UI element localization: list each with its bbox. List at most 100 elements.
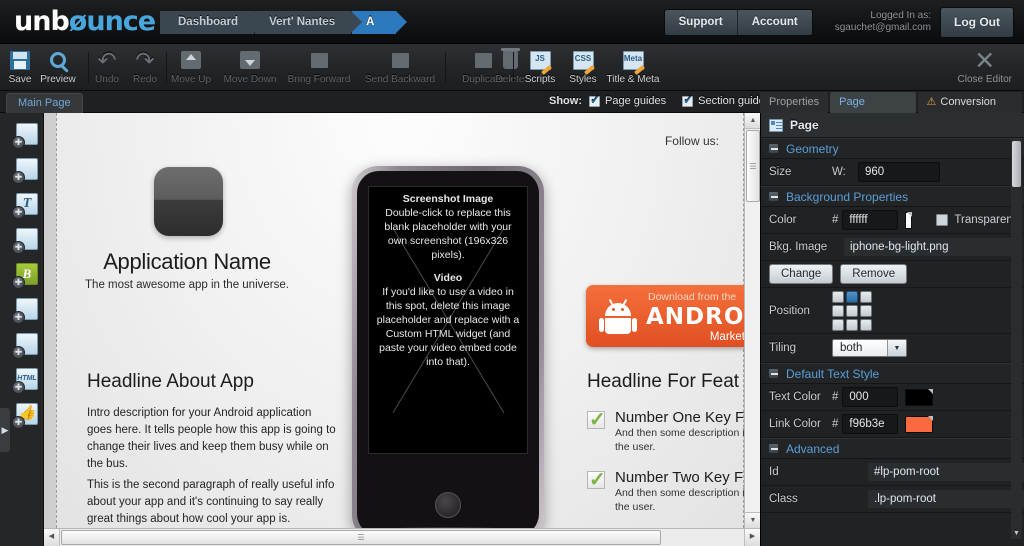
drag-handle-icon[interactable]: ✚ <box>12 311 25 324</box>
logout-button[interactable]: Log Out <box>940 7 1014 38</box>
link-color-swatch[interactable] <box>905 416 933 433</box>
id-input[interactable] <box>867 462 1024 482</box>
section-geometry[interactable]: Geometry <box>761 138 1024 159</box>
collapse-icon[interactable] <box>768 191 779 202</box>
paragraph-1[interactable]: Intro description for your Android appli… <box>87 405 337 473</box>
sidebar-item-html[interactable]: HTML ✚ <box>12 368 38 394</box>
canvas-horizontal-scrollbar[interactable]: ◀ ☰ ▶ <box>44 528 760 546</box>
drag-handle-icon[interactable]: ✚ <box>12 276 25 289</box>
scroll-down-arrow-icon[interactable]: ▼ <box>1011 528 1022 539</box>
app-icon-placeholder[interactable] <box>154 167 223 236</box>
collapse-icon[interactable] <box>768 443 779 454</box>
panel-scroll-thumb[interactable] <box>1012 141 1021 187</box>
section-background-properties[interactable]: Background Properties <box>761 186 1024 207</box>
position-cell-2[interactable] <box>860 291 872 303</box>
sidebar-item-button[interactable]: B ✚ <box>12 263 38 289</box>
sidebar-collapse-handle[interactable]: ▶ <box>0 408 10 452</box>
headline-for-features[interactable]: Headline For Feat <box>587 371 739 393</box>
drag-handle-icon[interactable]: ✚ <box>12 171 25 184</box>
bring-forward-button[interactable]: Bring Forward <box>280 47 358 85</box>
bg-color-swatch[interactable] <box>905 212 912 229</box>
bkg-image-label: Bkg. Image <box>769 241 843 253</box>
canvas-vertical-scrollbar[interactable]: ▲ ☰ ▼ <box>744 113 760 528</box>
sidebar-item-text[interactable]: T ✚ <box>12 193 38 219</box>
horizontal-scroll-thumb[interactable]: ☰ <box>61 530 661 545</box>
remove-image-button[interactable]: Remove <box>840 264 907 284</box>
position-cell-7[interactable] <box>846 319 858 331</box>
vertical-scroll-thumb[interactable]: ☰ <box>746 130 760 202</box>
preview-button[interactable]: Preview <box>33 47 83 85</box>
tab-main-page[interactable]: Main Page <box>6 93 83 113</box>
close-editor-button[interactable]: ✕ Close Editor <box>958 48 1012 85</box>
text-color-swatch[interactable] <box>905 389 933 406</box>
position-cell-1[interactable] <box>846 291 858 303</box>
screenshot-placeholder[interactable]: Screenshot Image Double-click to replace… <box>368 186 528 454</box>
class-input[interactable] <box>867 489 1024 509</box>
drag-handle-icon[interactable]: ✚ <box>12 346 25 359</box>
tab-conversion-goals[interactable]: ⚠Conversion Goals <box>918 92 1023 113</box>
position-cell-4[interactable] <box>846 305 858 317</box>
sidebar-item-form[interactable]: ✚ <box>12 298 38 324</box>
landing-page-root[interactable]: Follow us: Application Name The most awe… <box>56 113 744 528</box>
section-default-text-style[interactable]: Default Text Style <box>761 363 1024 384</box>
feature-item[interactable]: Number Two Key F And then some descripti… <box>587 469 760 514</box>
page-canvas[interactable]: Follow us: Application Name The most awe… <box>44 113 760 528</box>
bg-color-input[interactable] <box>842 210 898 230</box>
drag-handle-icon[interactable]: ✚ <box>12 381 25 394</box>
sidebar-item-video[interactable]: ✚ <box>12 333 38 359</box>
position-cell-0[interactable] <box>832 291 844 303</box>
support-button[interactable]: Support <box>665 10 738 35</box>
title-meta-button[interactable]: Meta Title & Meta <box>598 47 668 85</box>
move-down-button[interactable]: Move Down <box>219 47 281 85</box>
redo-button[interactable]: ↷ Redo <box>126 47 164 85</box>
app-tagline[interactable]: The most awesome app in the universe. <box>77 279 297 291</box>
collapse-icon[interactable] <box>768 143 779 154</box>
change-image-button[interactable]: Change <box>769 264 833 284</box>
scripts-button[interactable]: JS Scripts <box>518 47 562 85</box>
panel-scrollbar[interactable]: ▲ ▼ <box>1011 139 1022 539</box>
send-backward-button[interactable]: Send Backward <box>359 47 441 85</box>
sidebar-item-image[interactable]: ✚ <box>12 228 38 254</box>
headline-about-app[interactable]: Headline About App <box>87 371 254 393</box>
position-cell-3[interactable] <box>832 305 844 317</box>
tiling-select[interactable]: both horizontal vertical none <box>832 339 907 357</box>
width-input[interactable] <box>858 162 940 182</box>
scroll-up-arrow-icon[interactable]: ▲ <box>745 113 761 129</box>
link-color-input[interactable] <box>842 414 898 434</box>
account-button[interactable]: Account <box>738 10 812 35</box>
id-label: Id <box>769 466 867 478</box>
position-cell-8[interactable] <box>860 319 872 331</box>
app-name-heading[interactable]: Application Name <box>77 249 297 275</box>
scroll-right-arrow-icon[interactable]: ▶ <box>744 529 760 546</box>
sidebar-item-section[interactable]: ✚ <box>12 123 38 149</box>
paragraph-2[interactable]: This is the second paragraph of really u… <box>87 477 337 528</box>
sidebar-item-social[interactable]: 👍 ✚ <box>12 403 38 429</box>
section-guides-checkbox[interactable]: Section guides <box>682 95 770 107</box>
android-market-button[interactable]: Download from the ANDROID Market <box>586 285 754 347</box>
tab-page-properties[interactable]: Page Properties <box>830 92 915 113</box>
phone-mockup[interactable]: Screenshot Image Double-click to replace… <box>352 166 544 528</box>
breadcrumb-item-page[interactable]: Vert' Nantes <box>255 11 351 34</box>
undo-button[interactable]: ↶ Undo <box>88 47 126 85</box>
position-cell-6[interactable] <box>832 319 844 331</box>
drag-handle-icon[interactable]: ✚ <box>12 136 25 149</box>
position-cell-5[interactable] <box>860 305 872 317</box>
sidebar-item-box[interactable]: ✚ <box>12 158 38 184</box>
transparent-checkbox[interactable]: Transparent <box>936 214 1016 226</box>
drag-handle-icon[interactable]: ✚ <box>12 241 25 254</box>
bkg-image-input[interactable] <box>843 237 1016 257</box>
drag-handle-icon[interactable]: ✚ <box>12 416 25 429</box>
drag-handle-icon[interactable]: ✚ <box>12 206 25 219</box>
tab-properties[interactable]: Properties <box>760 92 828 113</box>
scroll-left-arrow-icon[interactable]: ◀ <box>44 529 60 546</box>
page-guides-checkbox[interactable]: Page guides <box>589 95 666 107</box>
collapse-icon[interactable] <box>768 368 779 379</box>
text-color-input[interactable] <box>842 387 898 407</box>
section-advanced[interactable]: Advanced <box>761 438 1024 459</box>
scroll-down-arrow-icon[interactable]: ▼ <box>745 512 761 528</box>
breadcrumb-item-dashboard[interactable]: Dashboard <box>160 11 254 34</box>
position-grid[interactable] <box>832 291 872 331</box>
feature-item[interactable]: Number One Key F And then some descripti… <box>587 409 760 454</box>
unbounce-logo[interactable]: unbøunce <box>14 6 155 37</box>
move-up-button[interactable]: Move Up <box>166 47 216 85</box>
